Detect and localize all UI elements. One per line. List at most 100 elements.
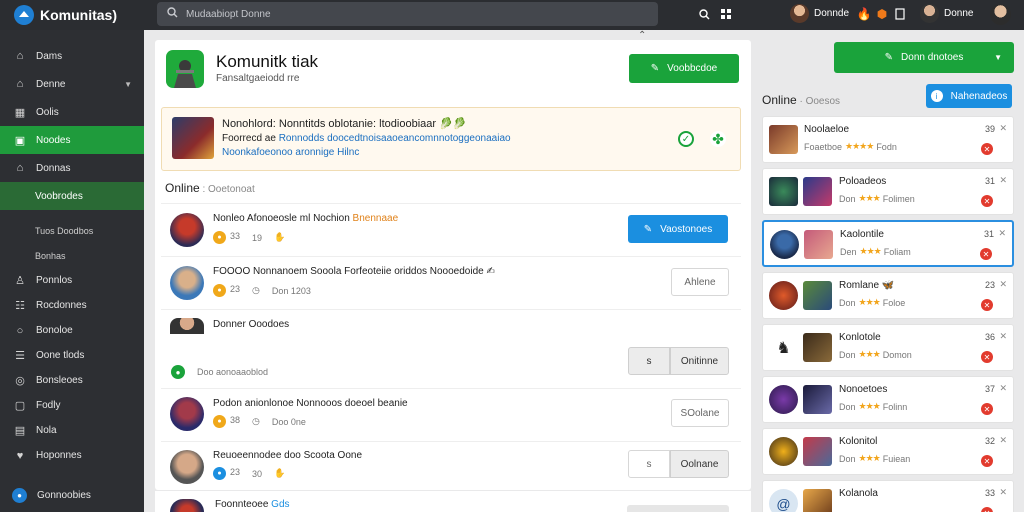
- building-icon: ▦: [14, 106, 26, 119]
- sidebar-subitem[interactable]: Bonhas: [0, 243, 144, 268]
- sidebar-item-fodly[interactable]: ▢ Fodly: [0, 393, 144, 418]
- sidebar-item-denne[interactable]: ⌂ Denne ▼: [0, 70, 144, 98]
- list-item[interactable]: Donner Ooodoes ● Doo aonoaaoblod s Oniti…: [161, 309, 741, 387]
- sidebar-item-oolis[interactable]: ▦ Oolis: [0, 98, 144, 126]
- remove-icon[interactable]: ✕: [981, 455, 993, 467]
- card-title: Poloadeos: [839, 176, 887, 187]
- list-item[interactable]: FOOOO Nonnanoem Sooola Forfeoteiie oridd…: [161, 256, 741, 308]
- row-action-button[interactable]: ✎ Vaostonoes: [628, 215, 728, 243]
- side-card[interactable]: Poloadeos Don ★★★ Folimen 31 ✕ ✕: [762, 168, 1014, 215]
- primary-dropdown-button[interactable]: ✎ Donn dnotoes ▼: [834, 42, 1014, 73]
- side-card[interactable]: Noolaeloe Foaetboe ★★★★ Fodn 39 ✕ ✕: [762, 116, 1014, 163]
- card-count: 23: [984, 280, 995, 290]
- close-icon[interactable]: ✕: [999, 123, 1007, 134]
- close-icon[interactable]: ✕: [999, 175, 1007, 186]
- coin-icon: ●: [213, 284, 226, 297]
- filter-button[interactable]: i Nahenadeos: [926, 84, 1012, 108]
- list-item[interactable]: Podon anionlonoe Nonnooos doeoel beanie …: [161, 388, 741, 440]
- row-action-button[interactable]: Onitinne: [670, 347, 729, 375]
- card-thumbnail: [803, 177, 832, 206]
- sidebar-bottom-item[interactable]: ● Gonnoobies: [0, 482, 144, 508]
- sidebar-item-voobrodes[interactable]: Voobrodes: [0, 182, 144, 210]
- row-action-button[interactable]: Ahlene: [671, 268, 729, 296]
- close-icon[interactable]: ✕: [999, 487, 1007, 498]
- sidebar-item-label: Gonnoobies: [37, 489, 91, 501]
- list-item-title: Nonleo Afonoeosle ml Nochion Bnennaae: [213, 213, 398, 224]
- home-icon: ⌂: [16, 78, 24, 90]
- sidebar-item-noodes[interactable]: ▣ Noodes: [0, 126, 144, 154]
- sidebar-item-hoponnes[interactable]: ♥ Hoponnes: [0, 443, 144, 468]
- search-input[interactable]: [186, 8, 626, 20]
- row-action-button[interactable]: SOolane: [671, 399, 729, 427]
- search-icon[interactable]: [696, 6, 712, 22]
- close-icon[interactable]: ✕: [999, 383, 1007, 394]
- close-icon[interactable]: ✕: [999, 331, 1007, 342]
- sidebar-item-nola[interactable]: ▤ Nola: [0, 418, 144, 443]
- puzzle-icon[interactable]: ✤: [710, 131, 726, 147]
- card-count: 37: [984, 384, 995, 394]
- list-item[interactable]: Nonleo Afonoeosle ml Nochion Bnennaae ● 3…: [161, 203, 741, 255]
- sidebar-item-donnas[interactable]: ⌂ Donnas: [0, 154, 144, 182]
- side-card[interactable]: Romlane 🦋 Don ★★★ Foloe 23 ✕ ✕: [762, 272, 1014, 319]
- header-action-button[interactable]: ✎ Voobbcdoe: [629, 54, 739, 83]
- avatar: [170, 450, 204, 484]
- close-icon[interactable]: ✕: [998, 228, 1006, 239]
- card-meta-text: Don: [839, 453, 856, 464]
- card-meta-text: Domon: [882, 349, 912, 360]
- profile-menu[interactable]: Donne: [920, 4, 973, 23]
- search-bar[interactable]: [157, 2, 658, 26]
- count: 23: [230, 284, 241, 294]
- bookmark-icon[interactable]: [892, 6, 908, 22]
- user-icon: ♙: [15, 275, 25, 287]
- user-menu[interactable]: Donnde: [790, 4, 849, 23]
- close-icon[interactable]: ✕: [999, 435, 1007, 446]
- sidebar-item-ponnlos[interactable]: ♙ Ponnlos: [0, 268, 144, 293]
- app-logo[interactable]: Komunitas): [14, 5, 117, 25]
- remove-icon[interactable]: ✕: [980, 248, 992, 260]
- side-card-selected[interactable]: Kaolontile Den ★★★ Foliam 31 ✕ ✕: [762, 220, 1014, 267]
- flame-icon[interactable]: 🔥: [856, 6, 872, 22]
- section-subtitle: Ooesos: [805, 96, 841, 107]
- remove-icon[interactable]: ✕: [981, 299, 993, 311]
- small-button[interactable]: s: [628, 347, 670, 375]
- row-action-button[interactable]: [627, 505, 729, 512]
- edit-icon: ✎: [643, 223, 653, 235]
- small-button[interactable]: s: [628, 450, 670, 478]
- sidebar-item-label: Nola: [36, 425, 57, 436]
- list-item[interactable]: Foonnteoee Gds: [155, 491, 751, 512]
- remove-icon[interactable]: ✕: [981, 143, 993, 155]
- sidebar-item-oone-tlods[interactable]: ☰ Oone tlods: [0, 343, 144, 368]
- side-card[interactable]: Kolonitol Don ★★★ Fuiean 32 ✕ ✕: [762, 428, 1014, 475]
- top-bar: Komunitas) Donnde 🔥 ⬢ Donne: [0, 0, 1024, 30]
- sidebar-item-rocdonnes[interactable]: ☷ Rocdonnes: [0, 293, 144, 318]
- list-item[interactable]: Reuoeennodee doo Scoota Oone ● 23 30 ✋ s …: [161, 441, 741, 490]
- remove-icon[interactable]: ✕: [981, 507, 993, 512]
- avatar[interactable]: [990, 4, 1011, 25]
- star-icon: ★★★: [858, 193, 881, 203]
- coin-icon: ●: [213, 231, 226, 244]
- side-card[interactable]: @ Kolanola 33 ✕ ✕: [762, 480, 1014, 512]
- promo-link[interactable]: Ronnodds doocedtnoisaaoeancomnnotoggeona…: [279, 133, 511, 144]
- chevron-up-icon[interactable]: ⌃: [638, 30, 646, 41]
- close-icon[interactable]: ✕: [999, 279, 1007, 290]
- side-card[interactable]: Nonoetoes Don ★★★ Folinn 37 ✕ ✕: [762, 376, 1014, 423]
- side-card[interactable]: ♞ Konlotole Don ★★★ Domon 36 ✕ ✕: [762, 324, 1014, 371]
- sidebar-item-bonoloe[interactable]: ○ Bonoloe: [0, 318, 144, 343]
- sidebar-item-dams[interactable]: ⌂ Dams: [0, 42, 144, 70]
- remove-icon[interactable]: ✕: [981, 195, 993, 207]
- count: Don 1203: [271, 285, 311, 296]
- sidebar-subitem[interactable]: Tuos Doodbos: [0, 218, 144, 243]
- remove-icon[interactable]: ✕: [981, 403, 993, 415]
- check-icon[interactable]: ✓: [678, 131, 694, 147]
- grid-icon[interactable]: [718, 6, 734, 22]
- card-thumbnail: [769, 437, 798, 466]
- star-icon: ★★★: [858, 453, 881, 463]
- promo-link[interactable]: Noonkafoeonoo aronnige Hilnc: [222, 147, 359, 158]
- sidebar-item-bonsleoes[interactable]: ◎ Bonsleoes: [0, 368, 144, 393]
- card-thumbnail: [769, 385, 798, 414]
- card-count: 33: [984, 488, 995, 498]
- list-item-title: Foonnteoee Gds: [215, 499, 290, 510]
- badge-icon[interactable]: ⬢: [874, 6, 890, 22]
- remove-icon[interactable]: ✕: [981, 351, 993, 363]
- row-action-button[interactable]: Oolnane: [670, 450, 729, 478]
